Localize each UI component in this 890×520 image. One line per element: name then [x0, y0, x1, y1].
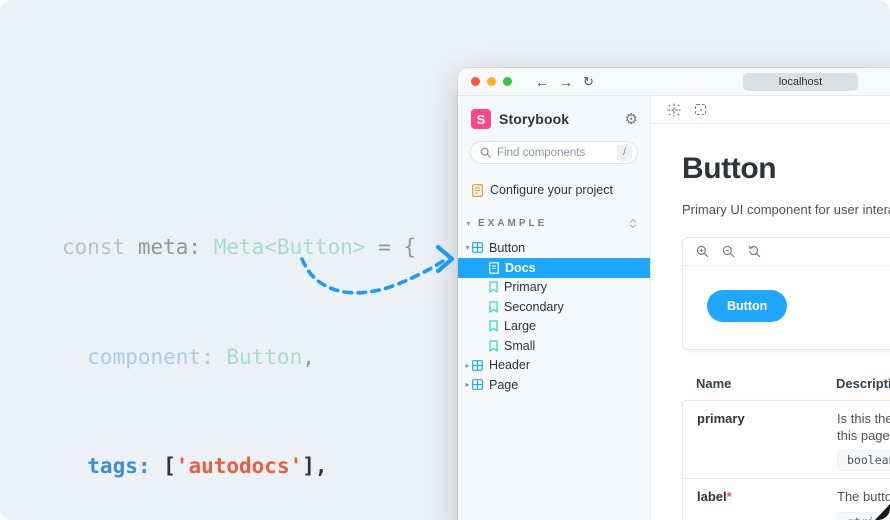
minimize-window-button[interactable]	[487, 77, 496, 86]
arg-details: Is this the principal call to action on …	[837, 411, 890, 471]
arg-type-chip: boolean	[837, 450, 890, 471]
page-title: Button	[682, 152, 890, 186]
arg-name: primary	[697, 411, 837, 471]
story-bookmark-icon	[489, 340, 498, 352]
zoom-reset-icon[interactable]	[748, 245, 761, 258]
code-line-tags: tags: ['autodocs'],	[62, 448, 429, 485]
column-header-name: Name	[696, 376, 836, 391]
canvas-toolbar	[651, 96, 890, 124]
code-snippet: const meta: Meta<Button> = { component: …	[62, 156, 429, 520]
sidebar-section-example[interactable]: ▾ EXAMPLE	[458, 218, 650, 229]
button-component-preview[interactable]: Button	[707, 290, 787, 322]
tree-item-label: Header	[489, 358, 530, 372]
chevron-down-icon[interactable]: ▾	[463, 243, 472, 252]
tree-item-label: Page	[489, 378, 518, 392]
search-input[interactable]: Find components /	[470, 141, 638, 164]
address-bar[interactable]: localhost	[743, 73, 858, 91]
tree-item-docs-selected[interactable]: Docs	[458, 258, 650, 278]
traffic-lights	[471, 77, 519, 86]
args-table: primary Is this the principal call to ac…	[682, 400, 890, 520]
component-grid-icon	[472, 379, 483, 390]
browser-window: ← → ↻ localhost S Storybook ⚙	[458, 68, 890, 520]
zoom-in-icon[interactable]	[696, 245, 709, 258]
tree-item-label: Small	[504, 339, 535, 353]
preview-toolbar	[683, 238, 890, 266]
tree-item-large[interactable]: Large	[458, 317, 650, 337]
tree-item-primary[interactable]: Primary	[458, 278, 650, 298]
tree-item-secondary[interactable]: Secondary	[458, 297, 650, 317]
args-table-header: Name Description	[682, 376, 890, 391]
arg-name: label*	[697, 489, 837, 520]
component-tree: ▾ Button	[458, 238, 650, 395]
tree-item-label: Docs	[505, 261, 536, 275]
settings-gear-icon[interactable]: ⚙	[625, 112, 638, 127]
tree-item-label: Large	[504, 319, 536, 333]
code-line: const meta: Meta<Button> = {	[62, 229, 429, 266]
tree-item-label: Button	[489, 241, 525, 255]
story-bookmark-icon	[489, 301, 498, 313]
tree-item-header[interactable]: ▸ Header	[458, 356, 650, 376]
close-window-button[interactable]	[471, 77, 480, 86]
docs-pane: Button Primary UI component for user int…	[651, 96, 890, 520]
table-row: primary Is this the principal call to ac…	[683, 401, 890, 478]
docs-page-icon	[489, 262, 499, 274]
document-icon	[472, 184, 483, 197]
docs-content: Button Primary UI component for user int…	[651, 124, 890, 520]
outline-toggle-icon[interactable]	[695, 104, 706, 115]
story-bookmark-icon	[489, 281, 498, 293]
collapse-expand-icon[interactable]	[629, 218, 637, 229]
tree-item-page[interactable]: ▸ Page	[458, 375, 650, 395]
maximize-window-button[interactable]	[503, 77, 512, 86]
required-marker: *	[727, 489, 732, 504]
browser-titlebar: ← → ↻ localhost	[458, 68, 890, 96]
mouse-cursor	[875, 504, 890, 520]
component-description: Primary UI component for user interactio…	[682, 202, 890, 217]
chevron-right-icon[interactable]: ▸	[463, 361, 472, 370]
arg-description: Is this the principal call to action on …	[837, 411, 890, 444]
component-grid-icon	[472, 242, 483, 253]
page-canvas: const meta: Meta<Button> = { component: …	[0, 0, 890, 520]
brand-title: Storybook	[499, 111, 569, 127]
preview-body: Button	[683, 266, 890, 349]
table-row: label* The button label string	[683, 478, 890, 520]
forward-button[interactable]: →	[559, 74, 573, 90]
search-icon	[480, 147, 491, 158]
back-button[interactable]: ←	[535, 74, 549, 90]
tree-item-button[interactable]: ▾ Button	[458, 238, 650, 258]
sidebar-item-label: Configure your project	[490, 183, 613, 197]
storybook-sidebar: S Storybook ⚙ Find components /	[458, 96, 651, 520]
chevron-right-icon[interactable]: ▸	[463, 380, 472, 389]
chevron-down-icon: ▾	[464, 219, 473, 228]
shortcut-key: /	[617, 145, 632, 161]
brand-row: S Storybook ⚙	[458, 96, 650, 129]
reload-button[interactable]: ↻	[583, 74, 594, 90]
story-preview-card: Button	[682, 237, 890, 350]
sidebar-item-configure[interactable]: Configure your project	[458, 183, 650, 197]
code-line: component: Button,	[62, 339, 429, 376]
tree-item-small[interactable]: Small	[458, 336, 650, 356]
component-grid-icon	[472, 360, 483, 371]
storybook-logo: S	[471, 109, 491, 129]
grid-toggle-icon[interactable]	[667, 103, 681, 117]
tree-item-label: Primary	[504, 280, 547, 294]
zoom-out-icon[interactable]	[722, 245, 735, 258]
column-header-description: Description	[836, 376, 890, 391]
story-bookmark-icon	[489, 320, 498, 332]
search-placeholder: Find components	[497, 147, 585, 159]
section-label: EXAMPLE	[478, 218, 547, 229]
tree-item-label: Secondary	[504, 300, 564, 314]
